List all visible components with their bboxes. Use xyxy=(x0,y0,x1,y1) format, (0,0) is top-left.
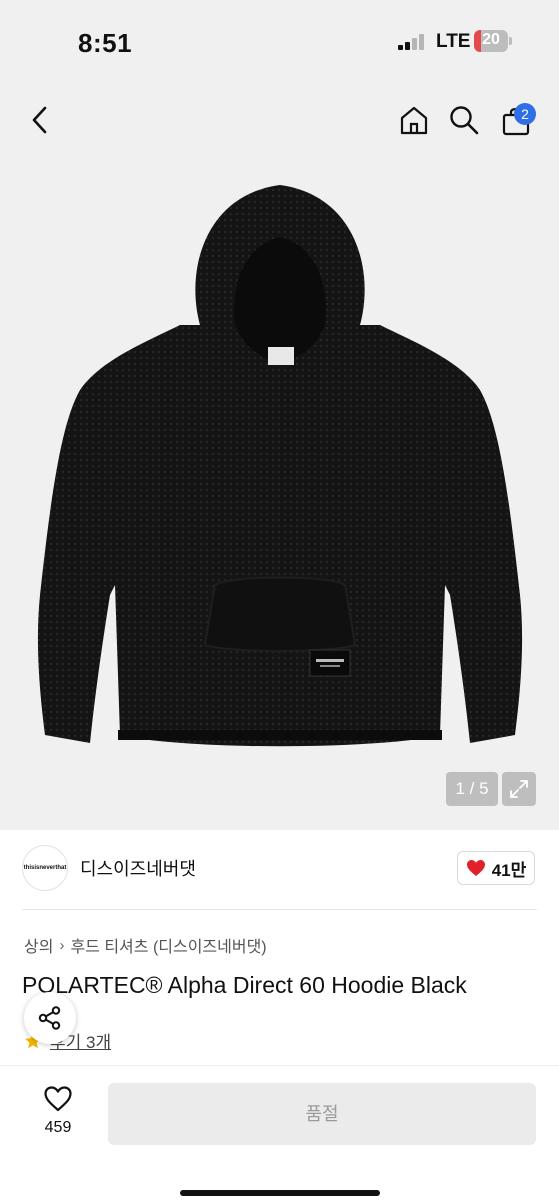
breadcrumb: 상의 › 후드 티셔츠 (디스이즈네버댓) xyxy=(24,933,267,957)
home-button[interactable] xyxy=(394,100,434,140)
brand-logo[interactable]: thisisneverthat xyxy=(22,845,68,891)
chevron-right-icon: › xyxy=(59,936,65,954)
gallery-pager: 1 / 5 xyxy=(446,772,498,806)
chevron-left-icon xyxy=(32,106,47,134)
search-icon xyxy=(450,106,479,135)
home-icon xyxy=(400,106,428,135)
brand-like-count: 41만 xyxy=(491,860,527,880)
heart-outline-icon xyxy=(44,1086,72,1112)
battery-icon: 20 xyxy=(474,30,512,52)
wishlist-button[interactable]: 459 xyxy=(30,1085,86,1147)
cart-count-badge: 2 xyxy=(514,103,536,125)
brand-name[interactable]: 디스이즈네버댓 xyxy=(80,855,196,881)
status-time: 8:51 xyxy=(78,28,133,58)
product-title: POLARTEC® Alpha Direct 60 Hoodie Black xyxy=(22,972,467,998)
breadcrumb-category[interactable]: 상의 xyxy=(24,933,53,957)
share-button[interactable] xyxy=(24,992,76,1044)
home-indicator xyxy=(180,1190,380,1196)
divider xyxy=(22,909,537,910)
breadcrumb-subcategory[interactable]: 후드 티셔츠 (디스이즈네버댓) xyxy=(70,933,266,957)
heart-filled-icon xyxy=(466,860,485,876)
brand-logo-text: thisisneverthat xyxy=(23,865,67,871)
expand-button[interactable] xyxy=(502,772,536,806)
back-button[interactable] xyxy=(20,100,60,140)
signal-icon xyxy=(398,34,424,50)
sold-out-button[interactable]: 품절 xyxy=(108,1083,536,1145)
status-bar: 8:51 LTE 20 xyxy=(0,0,559,84)
battery-level: 20 xyxy=(482,31,500,48)
wishlist-count: 459 xyxy=(44,1119,72,1136)
network-label: LTE xyxy=(436,31,471,52)
brand-like-button[interactable]: 41만 xyxy=(457,851,535,885)
expand-icon xyxy=(510,780,528,798)
share-icon xyxy=(38,1006,61,1030)
search-button[interactable] xyxy=(444,100,484,140)
product-image xyxy=(37,185,523,747)
